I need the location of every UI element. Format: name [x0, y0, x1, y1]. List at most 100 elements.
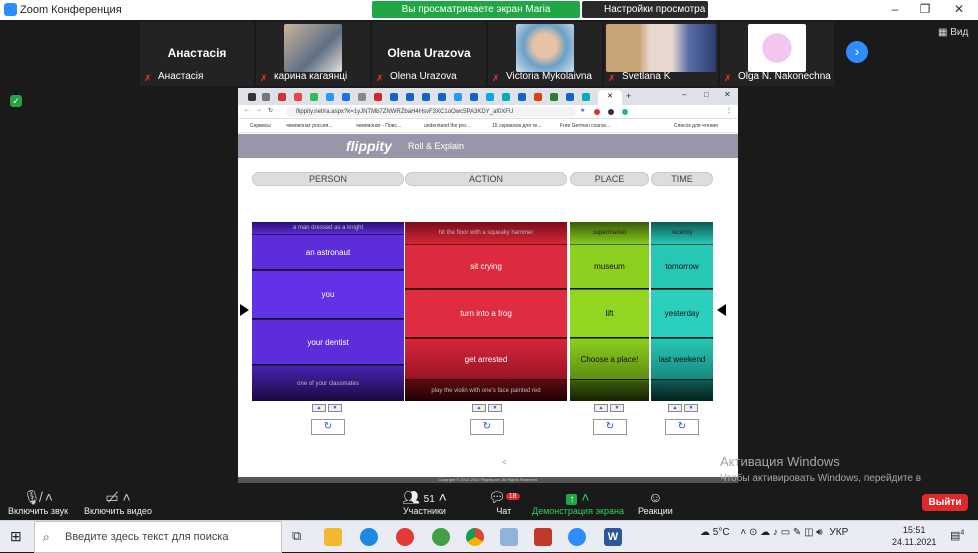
participant-tile[interactable]: Olena Urazova ✗ Olena Urazova [372, 22, 486, 86]
tab-icon[interactable] [278, 93, 286, 101]
start-video-button[interactable]: ▭̸ ˄ Включить видео [84, 488, 152, 516]
tab-icon[interactable] [502, 93, 510, 101]
tab-icon[interactable] [534, 93, 542, 101]
leave-button[interactable]: Выйти [922, 494, 968, 511]
participant-tile[interactable]: Анастасія ✗ Анастасія [140, 22, 254, 86]
weather-icon[interactable]: ☁ [700, 527, 710, 538]
tab-icon[interactable] [374, 93, 382, 101]
maximize-icon[interactable]: ❐ [910, 2, 940, 16]
close-icon[interactable]: ✕ [944, 2, 974, 16]
tab-icon[interactable] [310, 93, 318, 101]
minimize-icon[interactable]: – [880, 2, 910, 16]
participant-tile[interactable]: ✗ Olga N. Nakonechna [720, 22, 834, 86]
share-icon[interactable]: < [502, 458, 507, 467]
app-icon[interactable] [534, 528, 552, 546]
share-screen-button[interactable]: ↑ ˄ Демонстрация экрана [532, 488, 624, 516]
step-up-button[interactable]: ▲ [594, 404, 608, 412]
tab-icon[interactable] [566, 93, 574, 101]
tab-icon[interactable] [438, 93, 446, 101]
share-banner: Вы просматриваете экран Maria Sosnovskay… [372, 1, 580, 32]
taskbar-clock[interactable]: 15:51 24.11.2021 [892, 524, 936, 548]
tab-icon[interactable] [550, 93, 558, 101]
active-tab[interactable]: ✕ [598, 90, 622, 105]
step-down-button[interactable]: ▼ [610, 404, 624, 412]
step-down-button[interactable]: ▼ [488, 404, 502, 412]
notifications-icon[interactable]: ▤4 [950, 529, 964, 542]
chat-button[interactable]: 💬︎ 18 Чат [488, 488, 520, 516]
tray-icons[interactable]: ˄ ⊙ ☁ ♪ ▭ ✎ ◫ 🔊︎ [740, 527, 822, 538]
bookmark-item[interactable]: Free German course... [560, 123, 610, 129]
step-up-button[interactable]: ▲ [312, 404, 326, 412]
url-field[interactable]: flippity.net/ra.aspx?k=1yJNTMb7ZNWRZbaH4… [286, 107, 576, 117]
reload-icon[interactable]: ↻ [268, 107, 273, 114]
bookmark-item[interactable]: чемпионат россия... [286, 123, 332, 129]
step-down-button[interactable]: ▼ [684, 404, 698, 412]
spin-person-button[interactable]: ↻ [311, 419, 345, 435]
tab-icon[interactable] [518, 93, 526, 101]
file-explorer-icon[interactable] [324, 528, 342, 546]
tab-icon[interactable] [248, 93, 256, 101]
participants-button[interactable]: 👥︎ 51 ˄ Участники [402, 488, 447, 516]
task-view-icon[interactable]: ⧉ [292, 528, 301, 544]
flippity-logo[interactable]: flippity [346, 138, 392, 154]
reactions-button[interactable]: ☺ Реакции [638, 488, 673, 516]
taskbar-search-input[interactable]: ⌕ Введите здесь текст для поиска [34, 521, 282, 553]
chrome-icon[interactable] [466, 528, 484, 546]
bookmark-item[interactable]: 15 сериалов для те... [492, 123, 542, 129]
tab-icon[interactable] [390, 93, 398, 101]
step-up-button[interactable]: ▲ [668, 404, 682, 412]
extension-icon[interactable] [608, 109, 614, 115]
app-icon[interactable] [432, 528, 450, 546]
extension-icon[interactable] [622, 109, 628, 115]
word-icon[interactable]: W [604, 528, 622, 546]
browser-minimize-icon[interactable]: – [682, 90, 686, 99]
view-options-button[interactable]: Настройки просмотра ⌄ [582, 1, 708, 32]
spin-time-button[interactable]: ↻ [665, 419, 699, 435]
spin-action-button[interactable]: ↻ [470, 419, 504, 435]
zoom-taskbar-icon[interactable] [568, 528, 586, 546]
participant-tile[interactable]: ✗ Svetlana K [604, 22, 718, 86]
forward-icon[interactable]: → [256, 107, 262, 113]
tab-icon[interactable] [422, 93, 430, 101]
muted-mic-icon: 🎙︎̸ ˄ [23, 489, 53, 505]
tab-icon[interactable] [406, 93, 414, 101]
view-button[interactable]: ▦ Вид [938, 27, 968, 38]
tab-icon[interactable] [470, 93, 478, 101]
step-down-button[interactable]: ▼ [328, 404, 342, 412]
security-shield-icon[interactable]: ✓ [10, 95, 22, 107]
participant-tile[interactable]: ✗ карина кагаянці [256, 22, 370, 86]
reading-list[interactable]: Список для чтения [674, 123, 718, 129]
participant-tile[interactable]: ✗ Victoria Mykolaivna [488, 22, 602, 86]
tab-icon[interactable] [486, 93, 494, 101]
back-icon[interactable]: ← [244, 107, 250, 113]
edge-icon[interactable] [360, 528, 378, 546]
spin-place-button[interactable]: ↻ [593, 419, 627, 435]
bookmark-item[interactable]: чемпионат - Поис... [356, 123, 401, 129]
extension-icon[interactable] [594, 109, 600, 115]
bookmark-star-icon[interactable]: ★ [580, 107, 585, 114]
tab-icon[interactable] [294, 93, 302, 101]
reel-item: hit the floor with a squeaky hammer [405, 222, 567, 244]
bookmark-item[interactable]: Сервисы [250, 123, 271, 129]
language-indicator[interactable]: УКР [829, 527, 848, 538]
windows-start-icon[interactable]: ⊞ [10, 528, 22, 545]
browser-menu-icon[interactable]: ⋮ [726, 107, 732, 114]
app-icon[interactable] [500, 528, 518, 546]
browser-close-icon[interactable]: ✕ [724, 90, 731, 99]
new-tab-icon[interactable]: + [626, 91, 631, 101]
unmute-button[interactable]: 🎙︎̸ ˄ Включить звук [8, 488, 68, 516]
app-icon[interactable] [396, 528, 414, 546]
temperature[interactable]: 5°C [713, 527, 730, 538]
tab-icon[interactable] [582, 93, 590, 101]
next-participants-icon[interactable]: › [846, 41, 868, 63]
tab-icon[interactable] [358, 93, 366, 101]
reel-item: recently [651, 222, 713, 244]
tab-icon[interactable] [326, 93, 334, 101]
browser-maximize-icon[interactable]: □ [704, 90, 709, 99]
step-up-button[interactable]: ▲ [472, 404, 486, 412]
participant-label: Svetlana K [622, 71, 671, 82]
tab-icon[interactable] [342, 93, 350, 101]
bookmark-item[interactable]: understand the pro... [424, 123, 470, 129]
tab-icon[interactable] [454, 93, 462, 101]
tab-icon[interactable] [262, 93, 270, 101]
